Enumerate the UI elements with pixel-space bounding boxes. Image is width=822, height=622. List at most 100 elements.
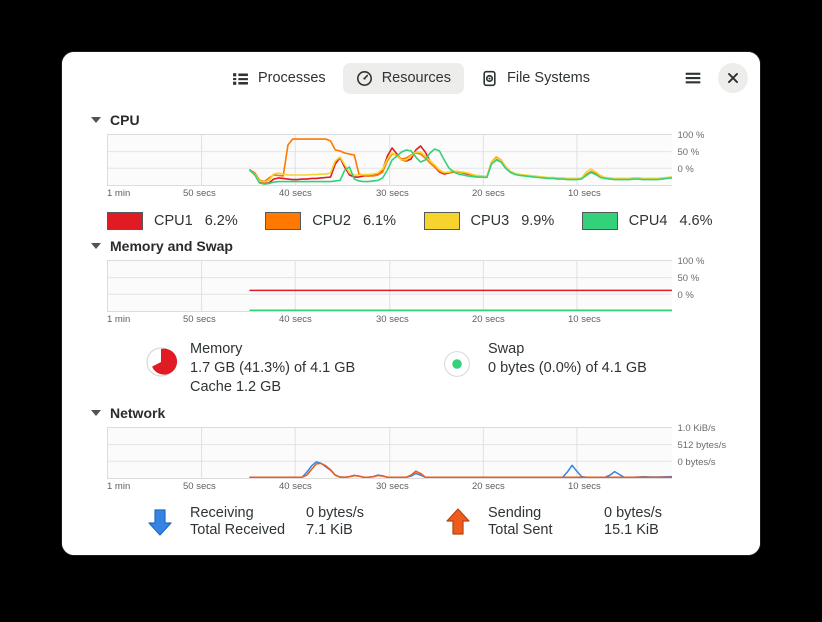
- cpu-x-3: 30 secs: [376, 188, 409, 199]
- section-network: Network 1.0 KiB/s 512 bytes/s 0 bytes/s …: [82, 397, 740, 538]
- cpu1-label: CPU1: [154, 213, 193, 229]
- cpu-y-0: 0 %: [677, 164, 694, 175]
- cpu-legend: CPU1 6.2% CPU2 6.1% CPU3 9.9% CPU4 4.6%: [82, 202, 740, 230]
- cpu-x-0: 1 min: [107, 188, 131, 199]
- tab-resources[interactable]: Resources: [342, 62, 464, 94]
- cpu-legend-item[interactable]: CPU2 6.1%: [265, 212, 423, 230]
- section-memory-header[interactable]: Memory and Swap: [82, 230, 740, 260]
- mem-x-2: 40 secs: [279, 314, 312, 325]
- tab-filesystems-label: File Systems: [507, 70, 590, 86]
- cpu2-color-swatch: [265, 212, 302, 230]
- net-x-4: 20 secs: [472, 481, 505, 492]
- net-x-5: 10 secs: [568, 481, 601, 492]
- total-sent-value: 15.1 KiB: [604, 522, 659, 538]
- network-y-axis: 1.0 KiB/s 512 bytes/s 0 bytes/s: [672, 423, 741, 479]
- mem-x-3: 30 secs: [376, 314, 409, 325]
- cpu-legend-item[interactable]: CPU3 9.9%: [423, 212, 582, 230]
- memory-info-text: Memory 1.7 GB (41.3%) of 4.1 GB Cache 1.…: [190, 340, 355, 397]
- hamburger-menu-icon[interactable]: [678, 63, 708, 93]
- section-cpu: CPU 100 % 50 % 0 % 1 min 50 secs 40 secs…: [82, 104, 740, 230]
- memory-title: Memory: [190, 341, 243, 357]
- memory-chart-row: 100 % 50 % 0 %: [82, 256, 741, 312]
- cpu-legend-item[interactable]: CPU4 4.6%: [581, 212, 740, 230]
- cpu-legend-item[interactable]: CPU1 6.2%: [107, 212, 265, 230]
- tab-processes[interactable]: Processes: [219, 63, 339, 94]
- tab-filesystems[interactable]: File Systems: [468, 63, 603, 94]
- tab-bar: Processes Resources File Systems: [219, 62, 603, 94]
- cpu1-value: 6.2%: [204, 213, 238, 229]
- section-cpu-header[interactable]: CPU: [82, 104, 740, 134]
- cpu-chart-row: 100 % 50 % 0 %: [82, 130, 741, 186]
- mem-x-1: 50 secs: [183, 314, 216, 325]
- total-received-value: 7.1 KiB: [306, 522, 353, 538]
- mem-y-0: 0 %: [677, 290, 694, 301]
- memory-pie-icon: [144, 345, 178, 379]
- mem-x-5: 10 secs: [568, 314, 601, 325]
- section-network-header[interactable]: Network: [82, 397, 740, 427]
- memory-swap-info: Memory 1.7 GB (41.3%) of 4.1 GB Cache 1.…: [82, 328, 740, 397]
- cpu-y-50: 50 %: [677, 147, 700, 158]
- sending-label: Sending: [488, 505, 542, 521]
- receiving-label: Receiving: [190, 505, 254, 521]
- cpu3-color-swatch: [423, 212, 460, 230]
- cpu3-label: CPU3: [470, 213, 510, 229]
- memory-usage: 1.7 GB (41.3%) of 4.1 GB: [190, 360, 356, 376]
- cpu4-label: CPU4: [628, 213, 668, 229]
- cpu4-value: 4.6%: [679, 213, 713, 229]
- cpu2-label: CPU2: [312, 213, 351, 229]
- section-memory-title: Memory and Swap: [110, 238, 233, 254]
- network-stats: Receiving 0 bytes/s Total Received 7.1 K…: [82, 495, 740, 538]
- chevron-down-icon: [91, 243, 101, 249]
- list-icon: [232, 70, 249, 87]
- net-x-0: 1 min: [107, 481, 131, 492]
- section-cpu-title: CPU: [110, 112, 140, 128]
- memory-x-axis: 1 min 50 secs 40 secs 30 secs 20 secs 10…: [107, 312, 685, 328]
- drive-icon: [481, 70, 498, 87]
- total-received-label: Total Received: [190, 522, 286, 538]
- memory-y-axis: 100 % 50 % 0 %: [672, 256, 741, 312]
- cpu-x-axis: 1 min 50 secs 40 secs 30 secs 20 secs 10…: [107, 186, 685, 202]
- sending-grid: Sending 0 bytes/s Total Sent 15.1 KiB: [488, 505, 662, 538]
- cpu-y-100: 100 %: [677, 130, 705, 141]
- mem-y-100: 100 %: [677, 256, 705, 267]
- cpu1-color-swatch: [107, 212, 143, 230]
- net-y-bot: 0 bytes/s: [677, 457, 716, 468]
- swap-info-text: Swap 0 bytes (0.0%) of 4.1 GB: [488, 340, 647, 378]
- mem-x-0: 1 min: [107, 314, 131, 325]
- cpu-x-1: 50 secs: [183, 188, 216, 199]
- receiving-value: 0 bytes/s: [306, 505, 365, 521]
- section-memory: Memory and Swap 100 % 50 % 0 % 1 min 50 …: [82, 230, 740, 397]
- memory-cache: Cache 1.2 GB: [190, 379, 282, 395]
- cpu-graph: [107, 134, 672, 186]
- mem-x-4: 20 secs: [472, 314, 505, 325]
- cpu-x-5: 10 secs: [568, 188, 601, 199]
- close-icon[interactable]: [718, 63, 748, 93]
- cpu2-value: 6.1%: [362, 213, 396, 229]
- sending-stats: Sending 0 bytes/s Total Sent 15.1 KiB: [442, 505, 740, 538]
- chevron-down-icon: [91, 410, 101, 416]
- net-y-top: 1.0 KiB/s: [677, 423, 716, 434]
- system-monitor-window: Processes Resources File Systems CPU 100…: [62, 52, 760, 555]
- sending-value: 0 bytes/s: [604, 505, 663, 521]
- cpu-y-axis: 100 % 50 % 0 %: [672, 130, 741, 186]
- chevron-down-icon: [91, 117, 101, 123]
- window-header: Processes Resources File Systems: [62, 52, 760, 104]
- download-arrow-icon: [144, 506, 176, 538]
- net-y-mid: 512 bytes/s: [677, 440, 727, 451]
- mem-y-50: 50 %: [677, 273, 700, 284]
- network-chart-row: 1.0 KiB/s 512 bytes/s 0 bytes/s: [82, 423, 741, 479]
- section-network-title: Network: [110, 405, 166, 421]
- memory-info: Memory 1.7 GB (41.3%) of 4.1 GB Cache 1.…: [144, 340, 442, 397]
- cpu-x-2: 40 secs: [279, 188, 312, 199]
- header-controls: [678, 52, 748, 104]
- cpu-x-4: 20 secs: [472, 188, 505, 199]
- network-graph: [107, 427, 672, 479]
- swap-info: Swap 0 bytes (0.0%) of 4.1 GB: [442, 340, 740, 397]
- tab-processes-label: Processes: [257, 70, 326, 86]
- swap-usage: 0 bytes (0.0%) of 4.1 GB: [488, 360, 647, 376]
- cpu3-value: 9.9%: [521, 213, 555, 229]
- tab-resources-label: Resources: [381, 70, 451, 86]
- receiving-grid: Receiving 0 bytes/s Total Received 7.1 K…: [190, 505, 364, 538]
- net-x-2: 40 secs: [279, 481, 312, 492]
- swap-pie-icon: [442, 349, 476, 383]
